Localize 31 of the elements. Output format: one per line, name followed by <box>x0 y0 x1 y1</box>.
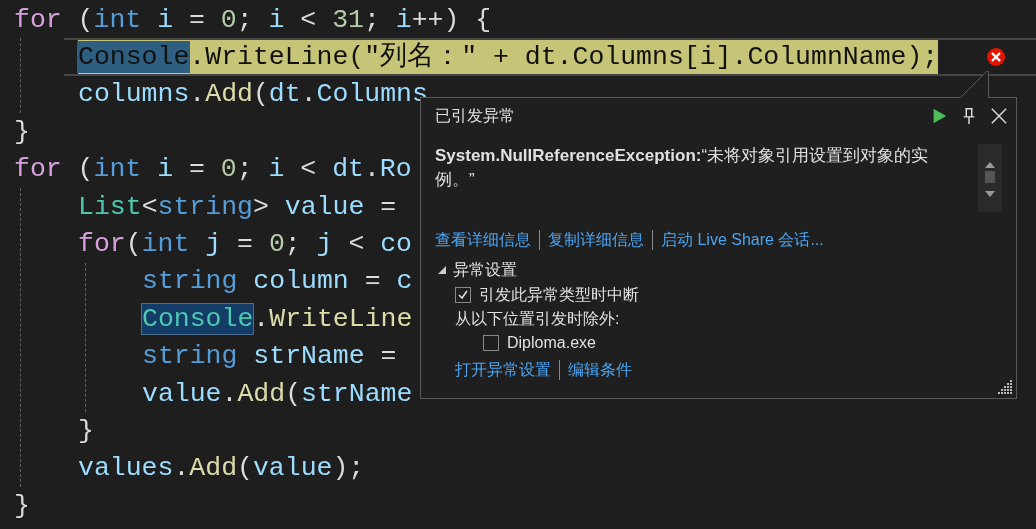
code-line: string strName = <box>142 340 397 374</box>
code-line: values.Add(value); <box>78 452 365 486</box>
code-line: for (int i = 0; i < 31; i++) { <box>14 3 492 37</box>
link[interactable]: 复制详细信息 <box>548 229 644 251</box>
code-line: } <box>14 115 30 149</box>
link[interactable]: 查看详细信息 <box>435 229 531 251</box>
error-icon[interactable] <box>986 47 1006 67</box>
code-line: for (int i = 0; i < dt.Ro <box>14 153 412 187</box>
checkbox-label: Diploma.exe <box>507 334 596 352</box>
scrollbar[interactable] <box>978 144 1002 212</box>
link[interactable]: 打开异常设置 <box>455 359 551 381</box>
code-line: value.Add(strName <box>142 377 413 411</box>
checkbox[interactable] <box>483 335 499 351</box>
link[interactable]: 编辑条件 <box>568 359 632 381</box>
label: 从以下位置引发时除外: <box>455 308 620 329</box>
code-line: List<string> value = <box>78 190 397 224</box>
code-line: } <box>78 415 94 448</box>
section-title: 异常设置 <box>453 259 517 280</box>
code-line: } <box>14 489 30 523</box>
checkbox[interactable] <box>455 287 471 303</box>
code-line: for(int j = 0; j < co <box>78 228 413 262</box>
code-line: string column = c <box>142 265 413 299</box>
link[interactable]: 启动 Live Share 会话... <box>661 229 824 251</box>
close-icon[interactable] <box>990 107 1008 125</box>
resize-grip-icon[interactable] <box>997 379 1013 395</box>
code-line: Console.WriteLine <box>142 302 413 336</box>
popup-title: 已引发异常 <box>435 105 515 126</box>
code-line: columns.Add(dt.Columns <box>78 78 428 112</box>
expander-icon[interactable] <box>437 265 447 275</box>
checkbox-label: 引发此异常类型时中断 <box>479 284 639 305</box>
exception-message: System.NullReferenceException:“未将对象引用设置到对象的实例。” <box>435 145 930 191</box>
